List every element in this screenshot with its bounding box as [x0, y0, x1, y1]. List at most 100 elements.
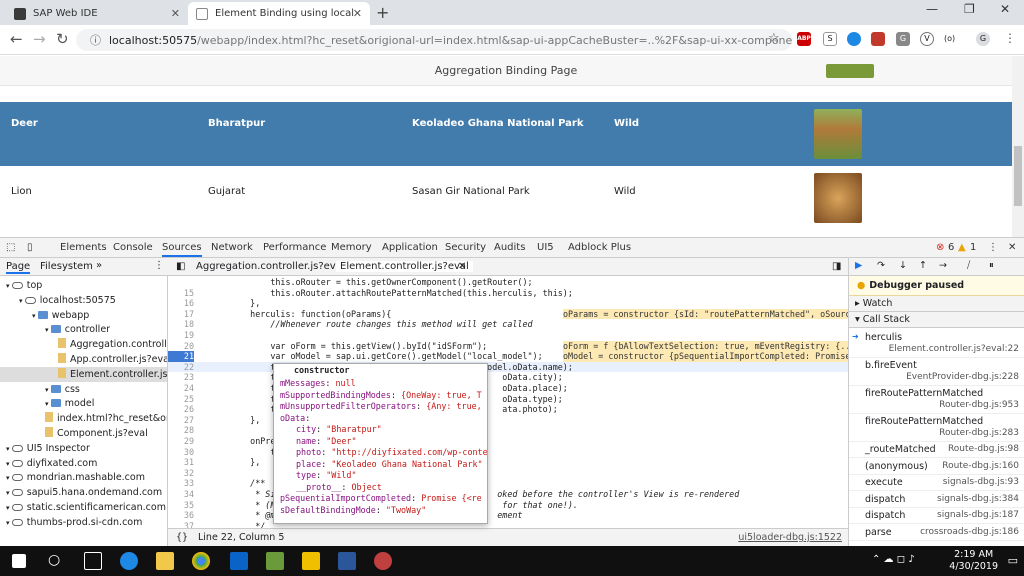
tab-element-binding[interactable]: Element Binding using local mod ✕ [188, 2, 370, 25]
tree-item[interactable]: index.html?hc_reset&orig [0, 411, 167, 426]
property-row[interactable]: type: "Wild" [296, 470, 357, 481]
expand-icon[interactable]: ▾ [45, 326, 51, 334]
line-number[interactable]: 25 [168, 394, 194, 405]
expand-icon[interactable]: ▾ [45, 386, 51, 394]
step-into-icon[interactable]: ↓ [899, 260, 907, 271]
line-number[interactable]: 15 [168, 288, 194, 299]
extension-g-icon[interactable]: G [896, 32, 910, 46]
tree-item[interactable]: ▾ static.scientificamerican.com [0, 500, 167, 515]
close-icon[interactable]: ✕ [458, 261, 466, 272]
code-line[interactable]: 17 herculis: function(oParams){oParams =… [168, 308, 848, 320]
tab-filesystem[interactable]: Filesystem [40, 261, 93, 272]
frame-location[interactable]: signals-dbg.js:384 [937, 494, 1019, 504]
outlook-icon[interactable] [230, 552, 248, 570]
tree-item[interactable]: Aggregation.controller. [0, 337, 167, 352]
system-clock[interactable]: 2:19 AM 4/30/2019 [949, 549, 998, 573]
tab-performance[interactable]: Performance [263, 242, 326, 253]
extension-v-icon[interactable]: V [920, 32, 934, 46]
line-number[interactable]: 33 [168, 478, 194, 489]
line-number[interactable]: 31 [168, 457, 194, 468]
tree-item[interactable]: Component.js?eval [0, 426, 167, 441]
bookmark-star-icon[interactable]: ☆ [768, 31, 780, 46]
property-row[interactable]: mUnsupportedFilterOperators: {Any: true, [280, 401, 482, 412]
frame-location[interactable]: EventProvider-dbg.js:228 [906, 372, 1019, 382]
resume-icon[interactable]: ▶︎ [855, 260, 862, 271]
close-window-icon[interactable]: ✕ [1000, 2, 1010, 16]
expand-icon[interactable]: ▾ [19, 297, 25, 305]
code-line[interactable]: 29 onPress [168, 436, 848, 447]
line-number[interactable]: 21 [168, 351, 194, 362]
frame-location[interactable]: Element.controller.js?eval:22 [889, 344, 1019, 354]
toggle-navigator-icon[interactable]: ◧ [176, 261, 185, 272]
property-row[interactable]: __proto__: Object [296, 482, 382, 493]
property-row[interactable]: name: "Deer" [296, 436, 357, 447]
restore-icon[interactable]: ❐ [964, 2, 975, 16]
expand-icon[interactable]: ▾ [6, 282, 12, 290]
notification-icon[interactable]: ▭ [1008, 554, 1018, 567]
tray-icons[interactable]: ⌃ ☁ ◻ ♪ [872, 554, 915, 565]
code-line[interactable]: 23 this oData.city); [168, 372, 848, 383]
step-icon[interactable]: → [939, 260, 947, 271]
code-line[interactable]: 27 }, [168, 415, 848, 426]
call-frame[interactable]: parse crossroads-dbg.js:186 [849, 525, 1024, 541]
tab-audits[interactable]: Audits [494, 242, 525, 253]
code-line[interactable]: 30 this.oR [168, 447, 848, 458]
profile-avatar[interactable]: G [976, 32, 990, 46]
toggle-debugger-icon[interactable]: ◨ [832, 261, 841, 272]
variable-popover[interactable]: constructor mMessages: null mSupportedBin… [273, 363, 488, 524]
extension-o-icon[interactable]: (o) [944, 32, 962, 46]
line-number[interactable]: 34 [168, 489, 194, 500]
line-number[interactable]: 29 [168, 436, 194, 447]
expand-icon[interactable]: ▾ [6, 474, 12, 482]
code-line[interactable]: 18 //Whenever route changes this method … [168, 319, 848, 330]
search-icon[interactable]: ○ [48, 552, 66, 570]
tab-page[interactable]: Page [6, 261, 31, 274]
frame-location[interactable]: Route-dbg.js:98 [948, 444, 1019, 454]
line-number[interactable]: 20 [168, 341, 194, 352]
tab-application[interactable]: Application [382, 242, 438, 253]
tree-item[interactable]: ▾ controller [0, 322, 167, 337]
devtools-menu-icon[interactable]: ⋮ [988, 242, 998, 253]
watch-section[interactable]: ▸ Watch [849, 296, 1024, 312]
line-number[interactable]: 27 [168, 415, 194, 426]
property-row[interactable]: place: "Keoladeo Ghana National Park" [296, 459, 483, 470]
line-number[interactable]: 22 [168, 362, 194, 373]
tree-item[interactable]: ▾ css [0, 382, 167, 397]
frame-location[interactable]: signals-dbg.js:93 [943, 477, 1019, 487]
tree-item[interactable]: Element.controller.js?e [0, 366, 167, 382]
call-frame[interactable]: dispatch signals-dbg.js:187 [849, 508, 1024, 525]
devtools-close-icon[interactable]: ✕ [1008, 242, 1016, 253]
line-number[interactable]: 28 [168, 425, 194, 436]
tab-adblock-plus[interactable]: Adblock Plus [568, 242, 631, 253]
line-number[interactable]: 23 [168, 372, 194, 383]
tree-item[interactable]: App.controller.js?eval [0, 352, 167, 367]
task-view-icon[interactable] [84, 552, 102, 570]
line-number[interactable]: 18 [168, 319, 194, 330]
line-number[interactable]: 35 [168, 500, 194, 511]
tree-item[interactable]: ▾ diyfixated.com [0, 456, 167, 471]
tab-sap-web-ide[interactable]: SAP Web IDE ✕ [6, 2, 188, 25]
extension-s-icon[interactable]: S [823, 32, 837, 46]
code-line[interactable]: 28 [168, 425, 848, 436]
line-number[interactable]: 32 [168, 468, 194, 479]
more-tabs-icon[interactable]: » [96, 260, 102, 271]
ie-icon[interactable] [120, 552, 138, 570]
call-frame[interactable]: b.fireEvent EventProvider-dbg.js:228 [849, 358, 1024, 386]
expand-icon[interactable]: ▾ [6, 489, 12, 497]
line-number[interactable]: 37 [168, 521, 194, 528]
expand-icon[interactable]: ▾ [32, 312, 38, 320]
forward-icon[interactable]: → [33, 30, 46, 48]
line-number[interactable]: 26 [168, 404, 194, 415]
code-editor[interactable]: this.oRouter = this.getOwnerComponent().… [168, 276, 848, 528]
extension-globe-icon[interactable] [847, 32, 861, 46]
extension-pdf-icon[interactable] [871, 32, 885, 46]
code-line[interactable]: 34 * Simi oked before the controller's V… [168, 489, 848, 500]
tab-ui5[interactable]: UI5 [537, 242, 554, 253]
call-stack-section[interactable]: ▾ Call Stack [849, 312, 1024, 328]
tab-network[interactable]: Network [211, 242, 253, 253]
line-number[interactable]: 36 [168, 510, 194, 521]
tree-item[interactable]: ▾ localhost:50575 [0, 293, 167, 308]
code-line[interactable]: this.oRouter = this.getOwnerComponent().… [168, 277, 848, 288]
format-icon[interactable]: {} [176, 532, 188, 543]
tree-item[interactable]: ▾ top [0, 278, 167, 293]
